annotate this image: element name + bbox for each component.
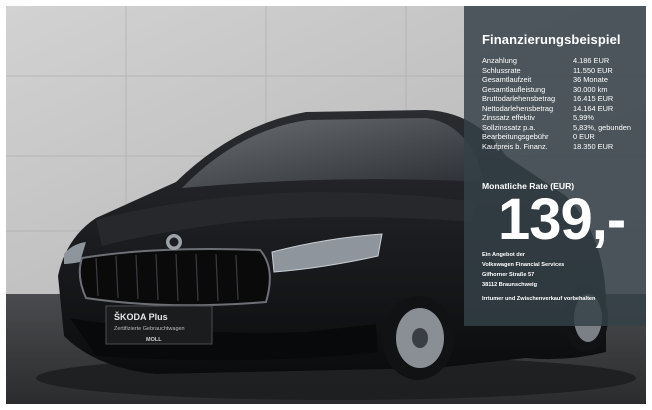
plate-subtitle: Zertifizierte Gebrauchtwagen <box>114 326 185 332</box>
financing-row: Schlussrate 11.550 EUR <box>482 66 646 76</box>
row-label: Anzahlung <box>482 56 517 65</box>
row-value: 36 Monate <box>573 75 608 84</box>
row-label: Zinssatz effektiv <box>482 113 535 122</box>
row-value: 14.164 EUR <box>573 103 614 113</box>
panel-title: Finanzierungsbeispiel <box>482 32 621 47</box>
row-label: Gesamtlaufleistung <box>482 84 546 94</box>
row-value: 11.550 EUR <box>573 65 613 75</box>
financing-rows: Anzahlung 4.186 EUR Schlussrate 11.550 EUR… <box>482 56 646 151</box>
financing-row: Nettodarlehensbetrag 14.164 EUR <box>482 104 646 114</box>
grille <box>78 248 271 307</box>
row-label: Sollzinssatz p.a. <box>482 122 536 132</box>
monthly-rate-value: 139,- <box>498 187 626 252</box>
financing-row: Gesamtlaufleistung 30.000 km <box>482 85 646 95</box>
lender-address: Ein Angebot der Volkswagen Financial Ser… <box>482 250 564 290</box>
row-value: 5,99% <box>573 113 594 122</box>
row-label: Schlussrate <box>482 65 521 75</box>
lender-line: Gifhorner Straße 57 <box>482 272 535 278</box>
financing-row: Zinssatz effektiv 5,99% <box>482 113 646 123</box>
lender-line: 38112 Braunschweig <box>482 282 538 288</box>
row-label: Bruttodarlehensbetrag <box>482 94 556 103</box>
lender-line: Volkswagen Financial Services <box>482 262 565 268</box>
financing-row: Sollzinssatz p.a. 5,83%, gebunden <box>482 123 646 133</box>
row-value: 30.000 km <box>573 84 608 94</box>
row-value: 4.186 EUR <box>573 56 610 65</box>
disclaimer: Irrtumer und Zwischenverkauf vorbehalten <box>482 296 596 302</box>
plate-logo: ŠKODA Plus <box>114 311 168 322</box>
lender-line: Ein Angebot der <box>482 252 525 258</box>
financing-panel: Finanzierungsbeispiel Anzahlung 4.186 EUR… <box>464 6 646 326</box>
row-label: Gesamtlaufzeit <box>482 75 532 84</box>
ad-image: ŠKODA Plus Zertifizierte Gebrauchtwagen … <box>6 6 646 404</box>
row-label: Nettodarlehensbetrag <box>482 103 554 113</box>
financing-row: Anzahlung 4.186 EUR <box>482 56 646 66</box>
financing-row: Bearbeitungsgebühr 0 EUR <box>482 132 646 142</box>
financing-row: Kaufpreis b. Finanz. 18.350 EUR <box>482 142 646 152</box>
row-value: 0 EUR <box>573 132 595 141</box>
row-label: Bearbeitungsgebühr <box>482 132 549 141</box>
financing-row: Bruttodarlehensbetrag 16.415 EUR <box>482 94 646 104</box>
row-label: Kaufpreis b. Finanz. <box>482 141 548 151</box>
row-value: 16.415 EUR <box>573 94 614 103</box>
row-value: 5,83%, gebunden <box>573 122 631 132</box>
row-value: 18.350 EUR <box>573 141 614 151</box>
financing-row: Gesamtlaufzeit 36 Monate <box>482 75 646 85</box>
dealer-plate: ŠKODA Plus Zertifizierte Gebrauchtwagen … <box>105 305 213 345</box>
plate-dealer: MOLL <box>146 337 162 343</box>
